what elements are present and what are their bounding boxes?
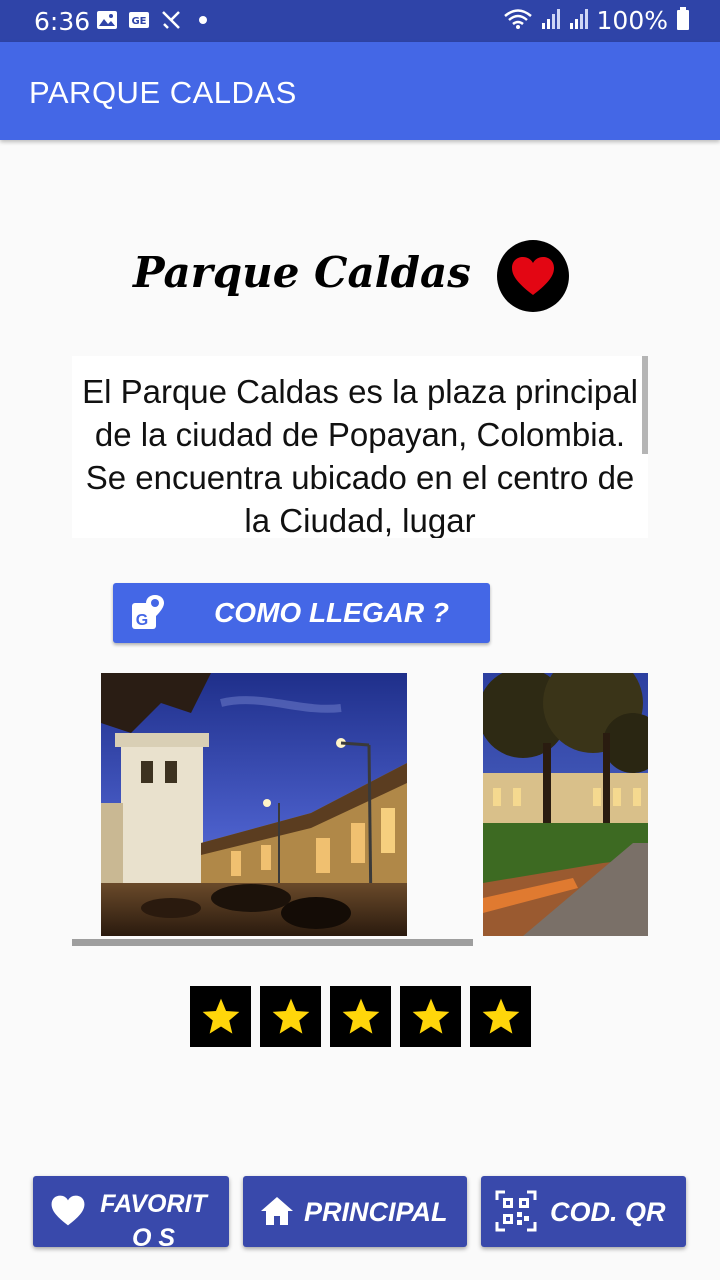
app-title: PARQUE CALDAS [29, 75, 297, 110]
dot-icon [192, 9, 214, 31]
favorites-button[interactable]: FAVORITO S [33, 1176, 229, 1247]
favorites-label: FAVORITO S [100, 1190, 207, 1247]
rating-stars[interactable] [190, 986, 531, 1047]
star-icon [342, 998, 379, 1034]
qr-code-icon [495, 1190, 537, 1232]
status-system-icons: 100% [503, 6, 690, 35]
qr-code-button[interactable]: COD. QR [481, 1176, 686, 1247]
wifi-icon [503, 8, 533, 34]
missed-call-icon [160, 9, 182, 31]
directions-label: COMO LLEGAR ? [214, 597, 449, 628]
star-3[interactable] [330, 986, 391, 1047]
battery-icon [676, 6, 690, 35]
star-icon [202, 998, 239, 1034]
home-icon [261, 1197, 293, 1225]
heart-icon [51, 1195, 85, 1226]
star-icon [272, 998, 309, 1034]
home-button[interactable]: PRINCIPAL [243, 1176, 467, 1247]
app-bar: PARQUE CALDAS [0, 42, 720, 140]
photo-plaza-tower[interactable] [101, 673, 407, 936]
gallery-scrollbar[interactable] [72, 939, 473, 946]
place-title: Parque Caldas [133, 248, 471, 297]
signal-icon [569, 8, 589, 34]
svg-text:G: G [136, 612, 148, 629]
favorite-button[interactable] [497, 240, 569, 312]
description-box[interactable]: El Parque Caldas es la plaza principal d… [72, 356, 648, 538]
star-4[interactable] [400, 986, 461, 1047]
heart-icon [512, 257, 554, 295]
star-icon [412, 998, 449, 1034]
svg-text:GE: GE [131, 16, 146, 27]
star-5[interactable] [470, 986, 531, 1047]
status-bar: 6:36 GE 100% [0, 0, 720, 42]
photo-plaza-park[interactable] [483, 673, 648, 936]
ge-icon: GE [128, 9, 150, 31]
home-label: PRINCIPAL [304, 1197, 448, 1227]
photo-gallery[interactable] [72, 673, 648, 943]
battery-percent: 100% [596, 6, 668, 35]
description-scrollbar[interactable] [642, 356, 648, 454]
maps-icon: G [132, 595, 164, 629]
star-1[interactable] [190, 986, 251, 1047]
star-icon [482, 998, 519, 1034]
status-notification-icons: GE [96, 9, 214, 31]
star-2[interactable] [260, 986, 321, 1047]
status-time: 6:36 [34, 7, 91, 36]
directions-button[interactable]: G COMO LLEGAR ? [113, 583, 490, 643]
signal-icon [541, 8, 561, 34]
qr-code-label: COD. QR [550, 1197, 666, 1227]
place-description: El Parque Caldas es la plaza principal d… [82, 373, 638, 538]
image-icon [96, 9, 118, 31]
